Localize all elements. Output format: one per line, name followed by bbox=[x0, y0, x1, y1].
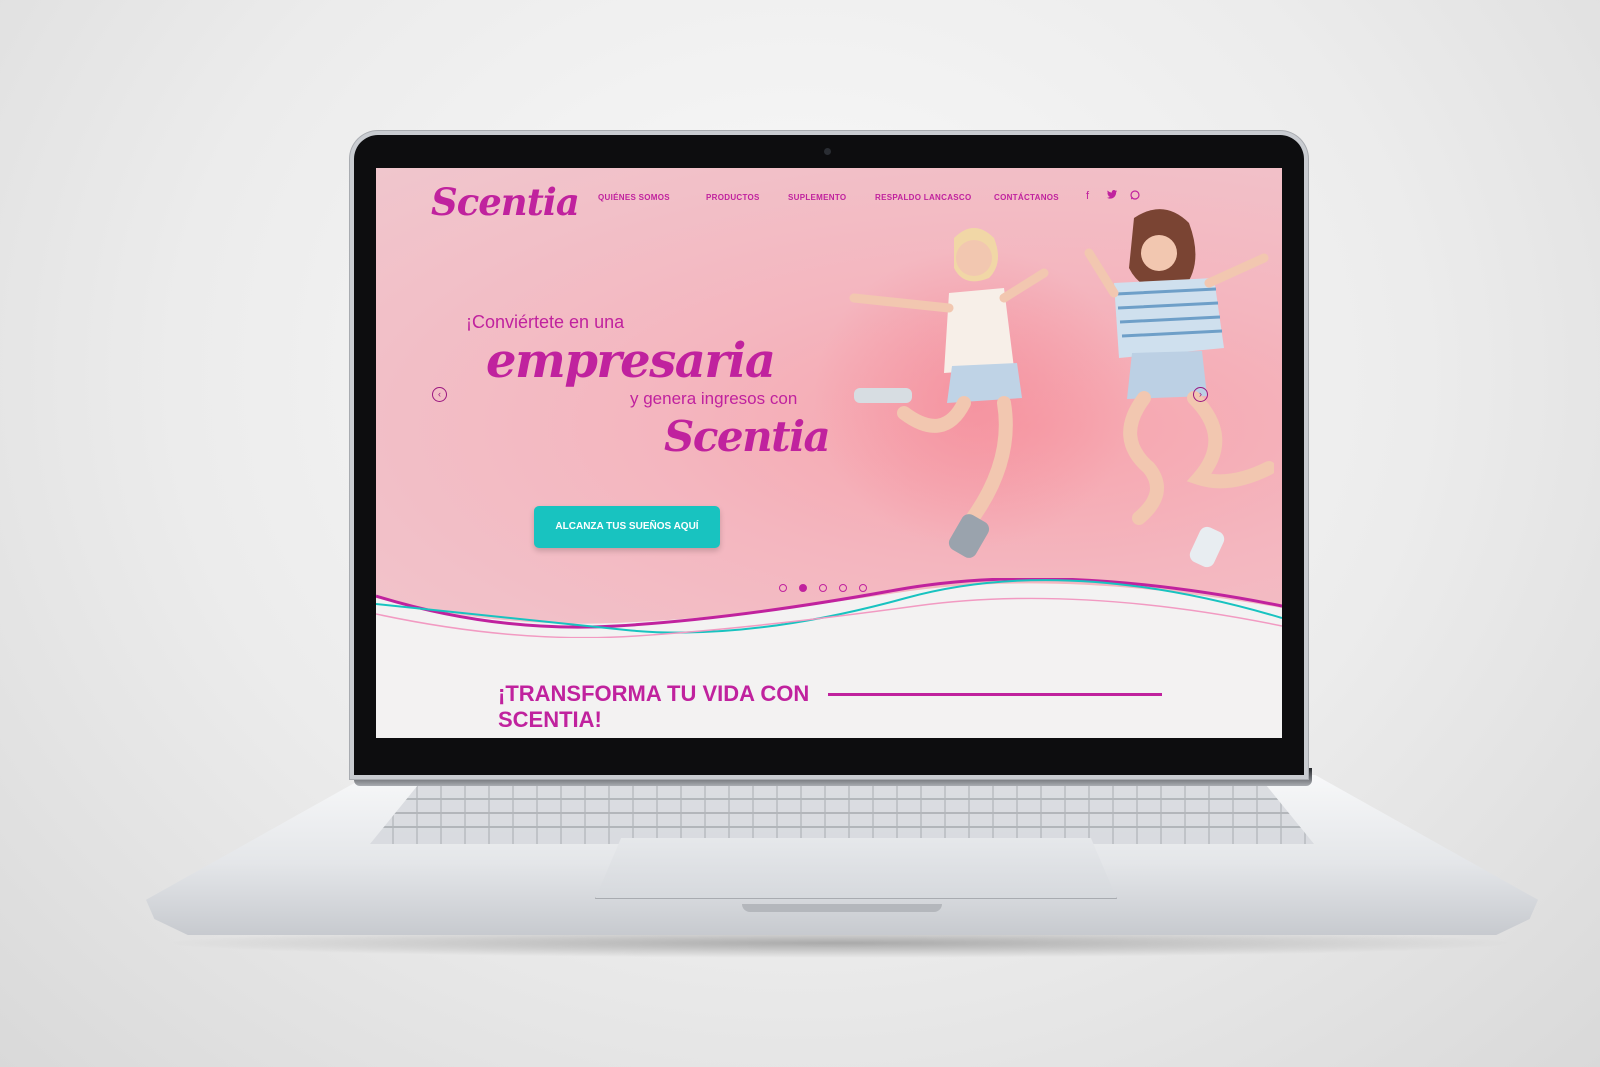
site-logo[interactable]: Scentia bbox=[431, 180, 580, 224]
laptop-trackpad bbox=[595, 838, 1117, 899]
section-divider-line bbox=[828, 693, 1162, 696]
nav-item-quienes-somos[interactable]: QUIÉNES SOMOS bbox=[598, 193, 670, 202]
carousel-next-icon[interactable]: › bbox=[1193, 387, 1208, 402]
hero-headline-empresaria: empresaria bbox=[486, 333, 776, 389]
alcanza-suenos-button[interactable]: ALCANZA TUS SUEÑOS AQUÍ bbox=[534, 506, 720, 548]
laptop-lid: Scentia QUIÉNES SOMOS PRODUCTOS SUPLEMEN… bbox=[354, 135, 1304, 775]
laptop-keyboard bbox=[370, 786, 1314, 844]
browser-viewport[interactable]: Scentia QUIÉNES SOMOS PRODUCTOS SUPLEMEN… bbox=[376, 168, 1282, 738]
hero-headline-line3: y genera ingresos con bbox=[630, 389, 798, 408]
carousel-prev-icon[interactable]: ‹ bbox=[432, 387, 447, 402]
hero-section: Scentia QUIÉNES SOMOS PRODUCTOS SUPLEMEN… bbox=[376, 168, 1282, 658]
laptop-notch bbox=[742, 904, 942, 912]
hero-headline-scentia: Scentia bbox=[664, 412, 831, 461]
hero-headline-line1: ¡Conviértete en una bbox=[466, 312, 625, 332]
nav-item-productos[interactable]: PRODUCTOS bbox=[706, 193, 760, 202]
camera-icon bbox=[824, 148, 831, 155]
transforma-title: ¡TRANSFORMA TU VIDA CON SCENTIA! bbox=[498, 681, 810, 732]
